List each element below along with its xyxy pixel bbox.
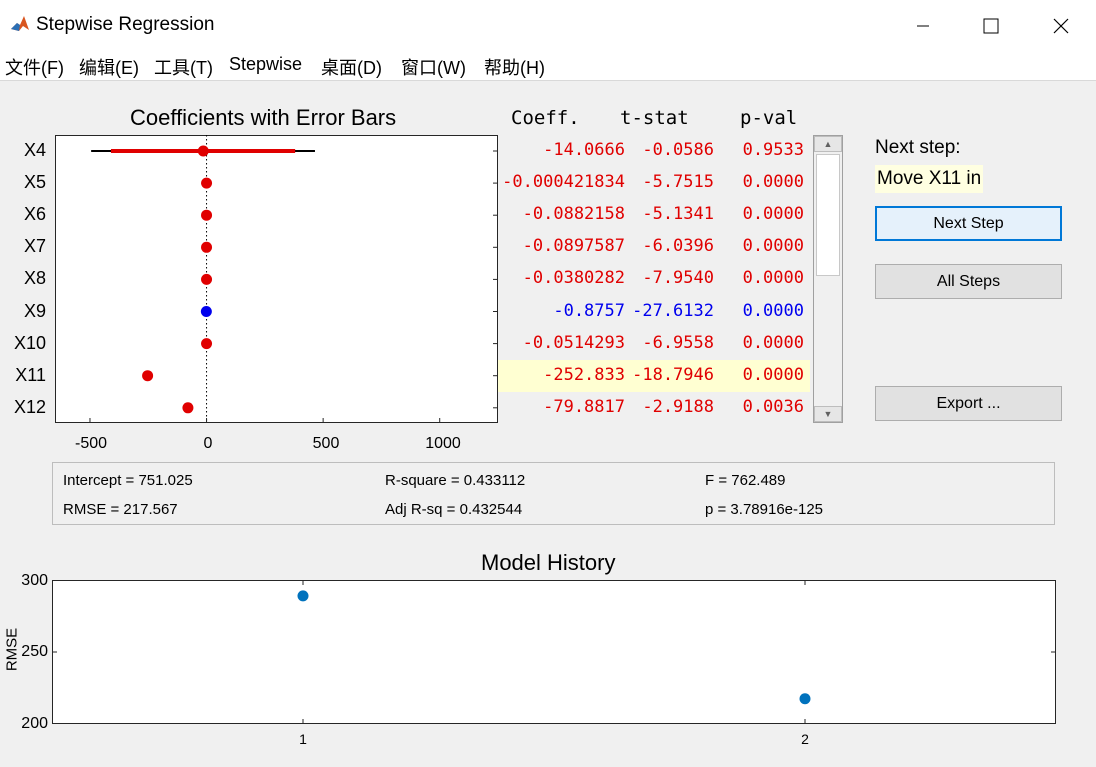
menu-tools[interactable]: 工具(T) [154, 54, 213, 80]
menu-desktop[interactable]: 桌面(D) [321, 54, 382, 80]
coef-ytick-label: X11 [15, 364, 46, 385]
table-scrollbar[interactable]: ▲ ▼ [813, 135, 843, 423]
pval-cell[interactable]: 0.0036 [743, 397, 804, 417]
coef-point-x10 [201, 338, 213, 350]
tstat-cell[interactable]: -7.9540 [642, 268, 714, 288]
menu-file[interactable]: 文件(F) [5, 54, 64, 80]
tstat-cell[interactable]: -6.0396 [642, 236, 714, 256]
close-icon [1053, 18, 1069, 34]
menu-bar: 文件(F) 编辑(E) 工具(T) Stepwise 桌面(D) 窗口(W) 帮… [0, 50, 1096, 81]
history-point [799, 693, 811, 705]
coef-point-x11 [142, 370, 154, 382]
history-ytick-label: 300 [21, 572, 48, 589]
next-step-label: Next step: [875, 137, 961, 158]
coef-ytick-label: X8 [23, 268, 46, 289]
tstat-column-header: t-stat [620, 107, 689, 129]
coef-xtick-label: 500 [312, 435, 340, 452]
matlab-logo-icon [10, 14, 30, 34]
coeff-cell[interactable]: -79.8817 [543, 397, 625, 417]
adj-rsquare-value: Adj R-sq = 0.432544 [385, 501, 523, 518]
coef-ytick-label: X12 [13, 396, 46, 417]
scroll-thumb[interactable] [816, 154, 840, 276]
tstat-cell[interactable]: -5.1341 [642, 204, 714, 224]
coeff-cell[interactable]: -14.0666 [543, 140, 625, 160]
coef-plot-title: Coefficients with Error Bars [130, 105, 397, 130]
window-title: Stepwise Regression [36, 14, 215, 35]
pval-cell[interactable]: 0.0000 [743, 172, 804, 192]
menu-stepwise[interactable]: Stepwise [229, 54, 302, 75]
coef-plot-canvas[interactable] [55, 135, 498, 423]
coef-ytick-label: X9 [23, 300, 46, 321]
coeff-cell[interactable]: -0.8757 [553, 301, 625, 321]
pval-cell[interactable]: 0.0000 [743, 236, 804, 256]
export-button[interactable]: Export ... [875, 386, 1062, 421]
pval-cell[interactable]: 0.0000 [743, 204, 804, 224]
intercept-value: Intercept = 751.025 [63, 472, 193, 489]
history-ytick-label: 200 [21, 715, 48, 732]
all-steps-button[interactable]: All Steps [875, 264, 1062, 299]
tstat-cell[interactable]: -2.9188 [642, 397, 714, 417]
rsquare-value: R-square = 0.433112 [385, 472, 526, 489]
pval-cell[interactable]: 0.0000 [743, 301, 804, 321]
tstat-cell[interactable]: -27.6132 [632, 301, 714, 321]
menu-edit[interactable]: 编辑(E) [79, 54, 139, 80]
history-plot-title: Model History [481, 550, 616, 575]
history-point [297, 590, 309, 602]
pval-cell[interactable]: 0.0000 [743, 365, 804, 385]
coeff-cell[interactable]: -252.833 [543, 365, 625, 385]
coef-ytick-label: X7 [23, 236, 46, 257]
coef-ytick-label: X5 [23, 172, 46, 193]
stats-panel: Intercept = 751.025 RMSE = 217.567 R-squ… [52, 462, 1055, 525]
minimize-icon [917, 25, 929, 27]
coef-ytick-label: X6 [23, 204, 46, 225]
coef-ytick-label: X4 [23, 140, 46, 160]
scroll-up-arrow-icon[interactable]: ▲ [814, 136, 842, 152]
coef-point-x9 [200, 306, 212, 317]
coef-xtick-label: 1000 [425, 435, 461, 452]
coef-point-x12 [182, 402, 194, 414]
coeff-cell[interactable]: -0.0897587 [523, 236, 625, 256]
f-statistic-value: F = 762.489 [705, 472, 786, 489]
title-bar: Stepwise Regression [0, 0, 1096, 50]
tstat-cell[interactable]: -5.7515 [642, 172, 714, 192]
tstat-cell[interactable]: -0.0586 [642, 140, 714, 160]
coeff-column-header: Coeff. [511, 107, 580, 129]
p-value: p = 3.78916e-125 [705, 501, 824, 518]
coef-xtick-label: 0 [203, 435, 213, 452]
coef-ytick-label: X10 [13, 332, 46, 353]
coef-point-x4 [197, 145, 209, 157]
coeff-cell[interactable]: -0.0514293 [523, 333, 625, 353]
history-ytick-label: 250 [21, 643, 48, 660]
coeff-cell[interactable]: -0.0882158 [523, 204, 625, 224]
tstat-cell[interactable]: -6.9558 [642, 333, 714, 353]
next-step-value: Move X11 in [875, 165, 984, 193]
coeff-cell[interactable]: -0.0380282 [523, 268, 625, 288]
minimize-button[interactable] [894, 8, 952, 44]
coef-point-x5 [201, 177, 213, 189]
coef-point-x6 [201, 209, 213, 221]
coef-point-x8 [201, 273, 213, 285]
history-plot-canvas[interactable] [52, 580, 1056, 724]
pval-cell[interactable]: 0.9533 [743, 140, 804, 160]
pval-cell[interactable]: 0.0000 [743, 268, 804, 288]
history-xtick-label: 1 [299, 731, 307, 747]
pval-cell[interactable]: 0.0000 [743, 333, 804, 353]
menu-help[interactable]: 帮助(H) [484, 54, 545, 80]
coef-xtick-label: -500 [74, 435, 108, 452]
maximize-button[interactable] [962, 8, 1020, 44]
pval-column-header: p-val [740, 107, 798, 129]
history-xtick-label: 2 [801, 731, 809, 747]
maximize-icon [983, 18, 999, 34]
coef-point-x7 [201, 241, 213, 253]
coeff-cell[interactable]: -0.000421834 [502, 172, 625, 192]
close-button[interactable] [1032, 8, 1090, 44]
rmse-value: RMSE = 217.567 [63, 501, 178, 518]
scroll-down-arrow-icon[interactable]: ▼ [814, 406, 842, 422]
next-step-button[interactable]: Next Step [875, 206, 1062, 241]
tstat-cell[interactable]: -18.7946 [632, 365, 714, 385]
menu-window[interactable]: 窗口(W) [401, 54, 466, 80]
